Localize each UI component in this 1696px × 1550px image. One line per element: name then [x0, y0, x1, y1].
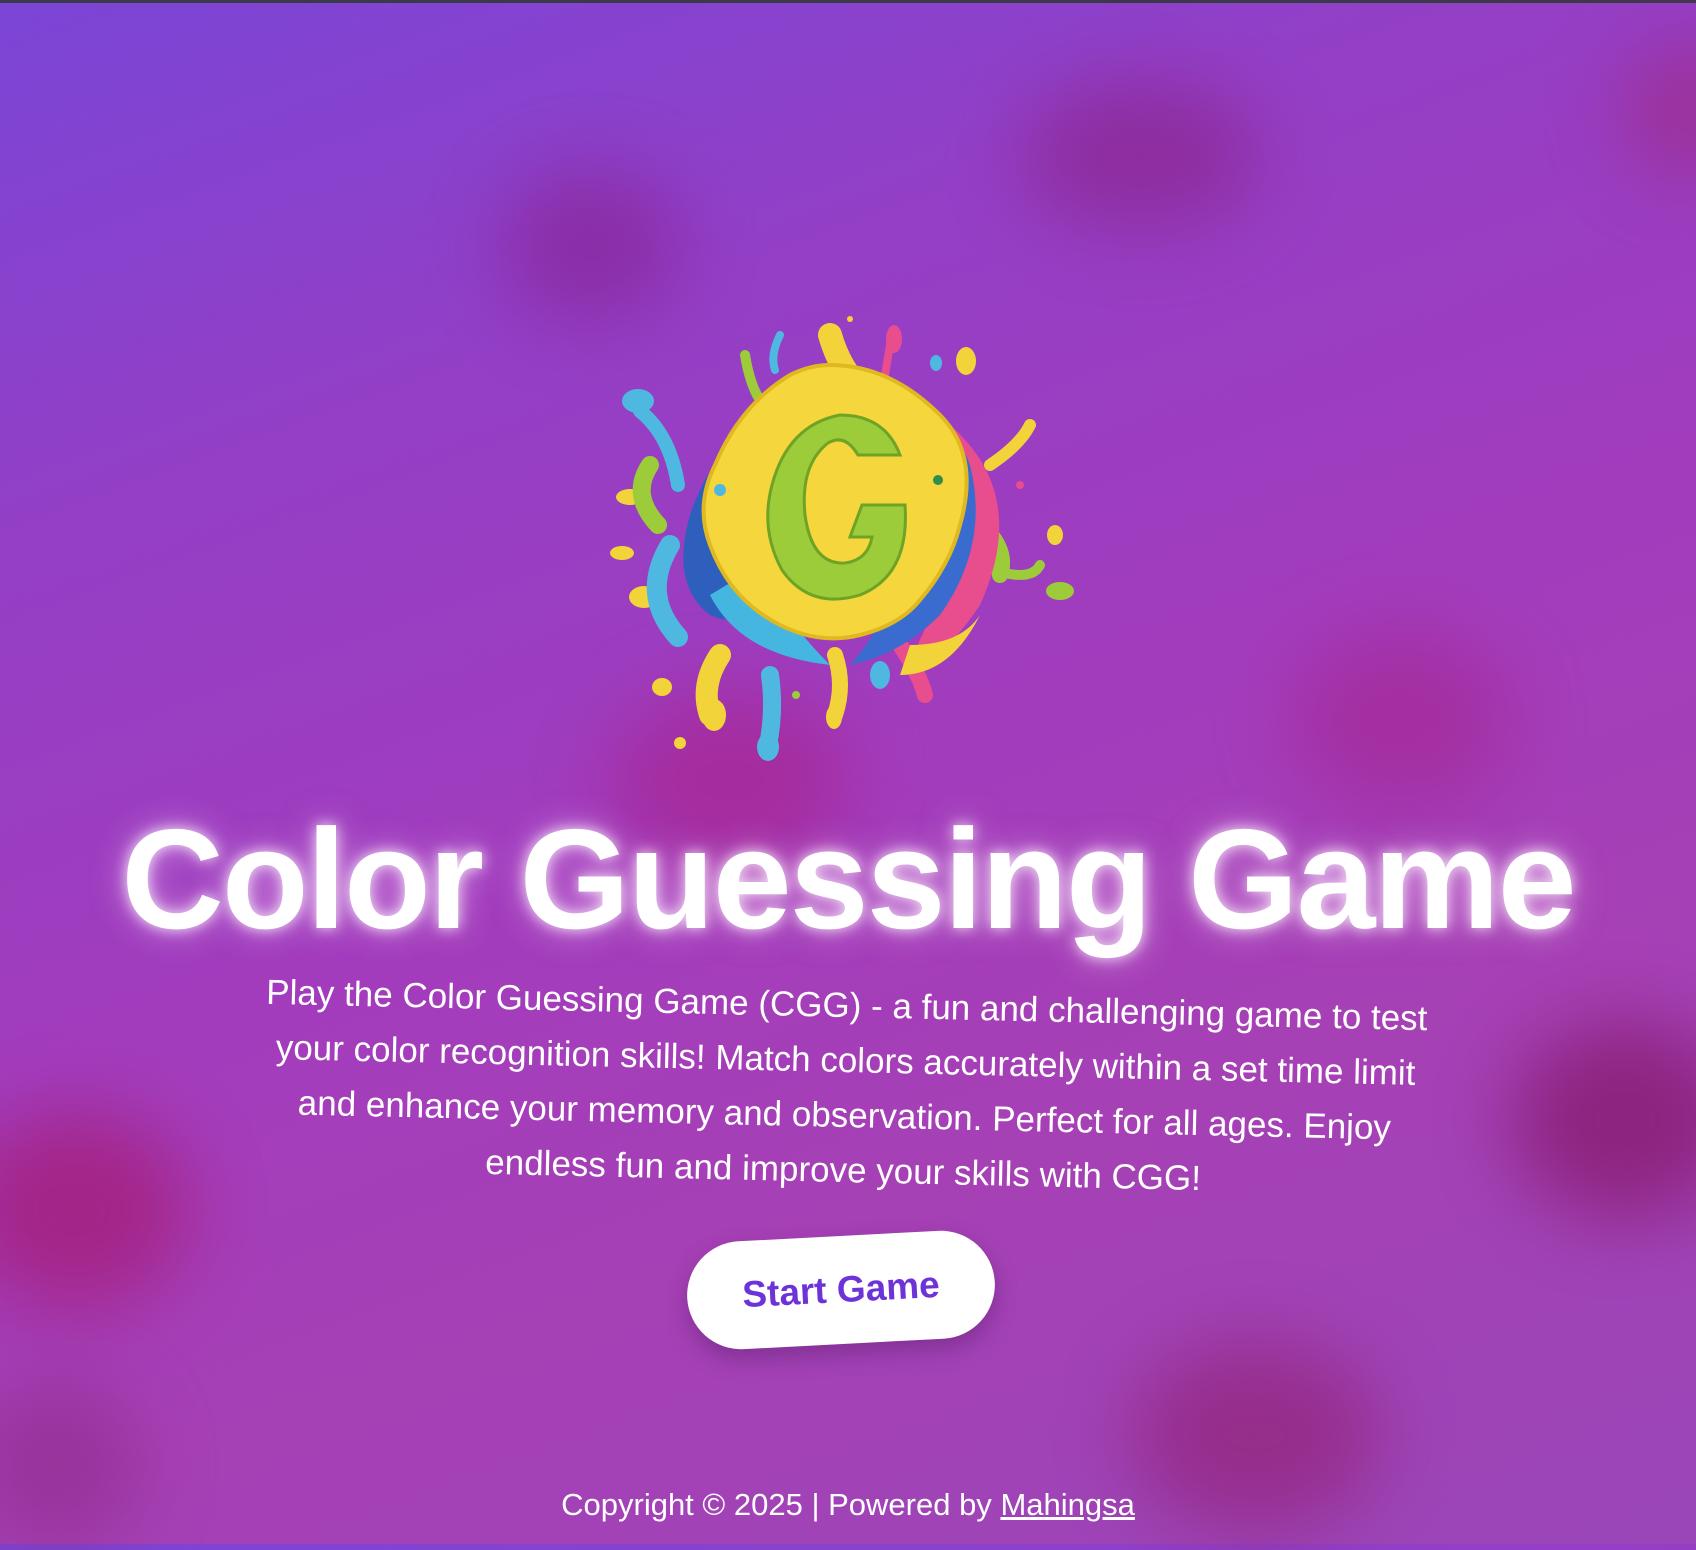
page-title: Color Guessing Game: [121, 800, 1576, 959]
background-blob: [1510, 1020, 1696, 1220]
background-blob: [1020, 80, 1260, 230]
footer: Copyright © 2025 | Powered by Mahingsa: [0, 1485, 1696, 1525]
colorful-splash-g-logo-icon: [610, 316, 1074, 761]
start-game-button[interactable]: Start Game: [684, 1228, 998, 1352]
game-description: Play the Color Guessing Game (CGG) - a f…: [265, 972, 1428, 1199]
copyright-text: Copyright © 2025 | Powered by: [561, 1487, 1001, 1522]
background-blob: [1620, 40, 1696, 180]
background-blob: [500, 170, 680, 320]
powered-by-link[interactable]: Mahingsa: [1000, 1487, 1134, 1522]
background-blob: [0, 1110, 190, 1310]
window-top-border: [0, 0, 1696, 3]
background-blob: [1290, 630, 1510, 810]
